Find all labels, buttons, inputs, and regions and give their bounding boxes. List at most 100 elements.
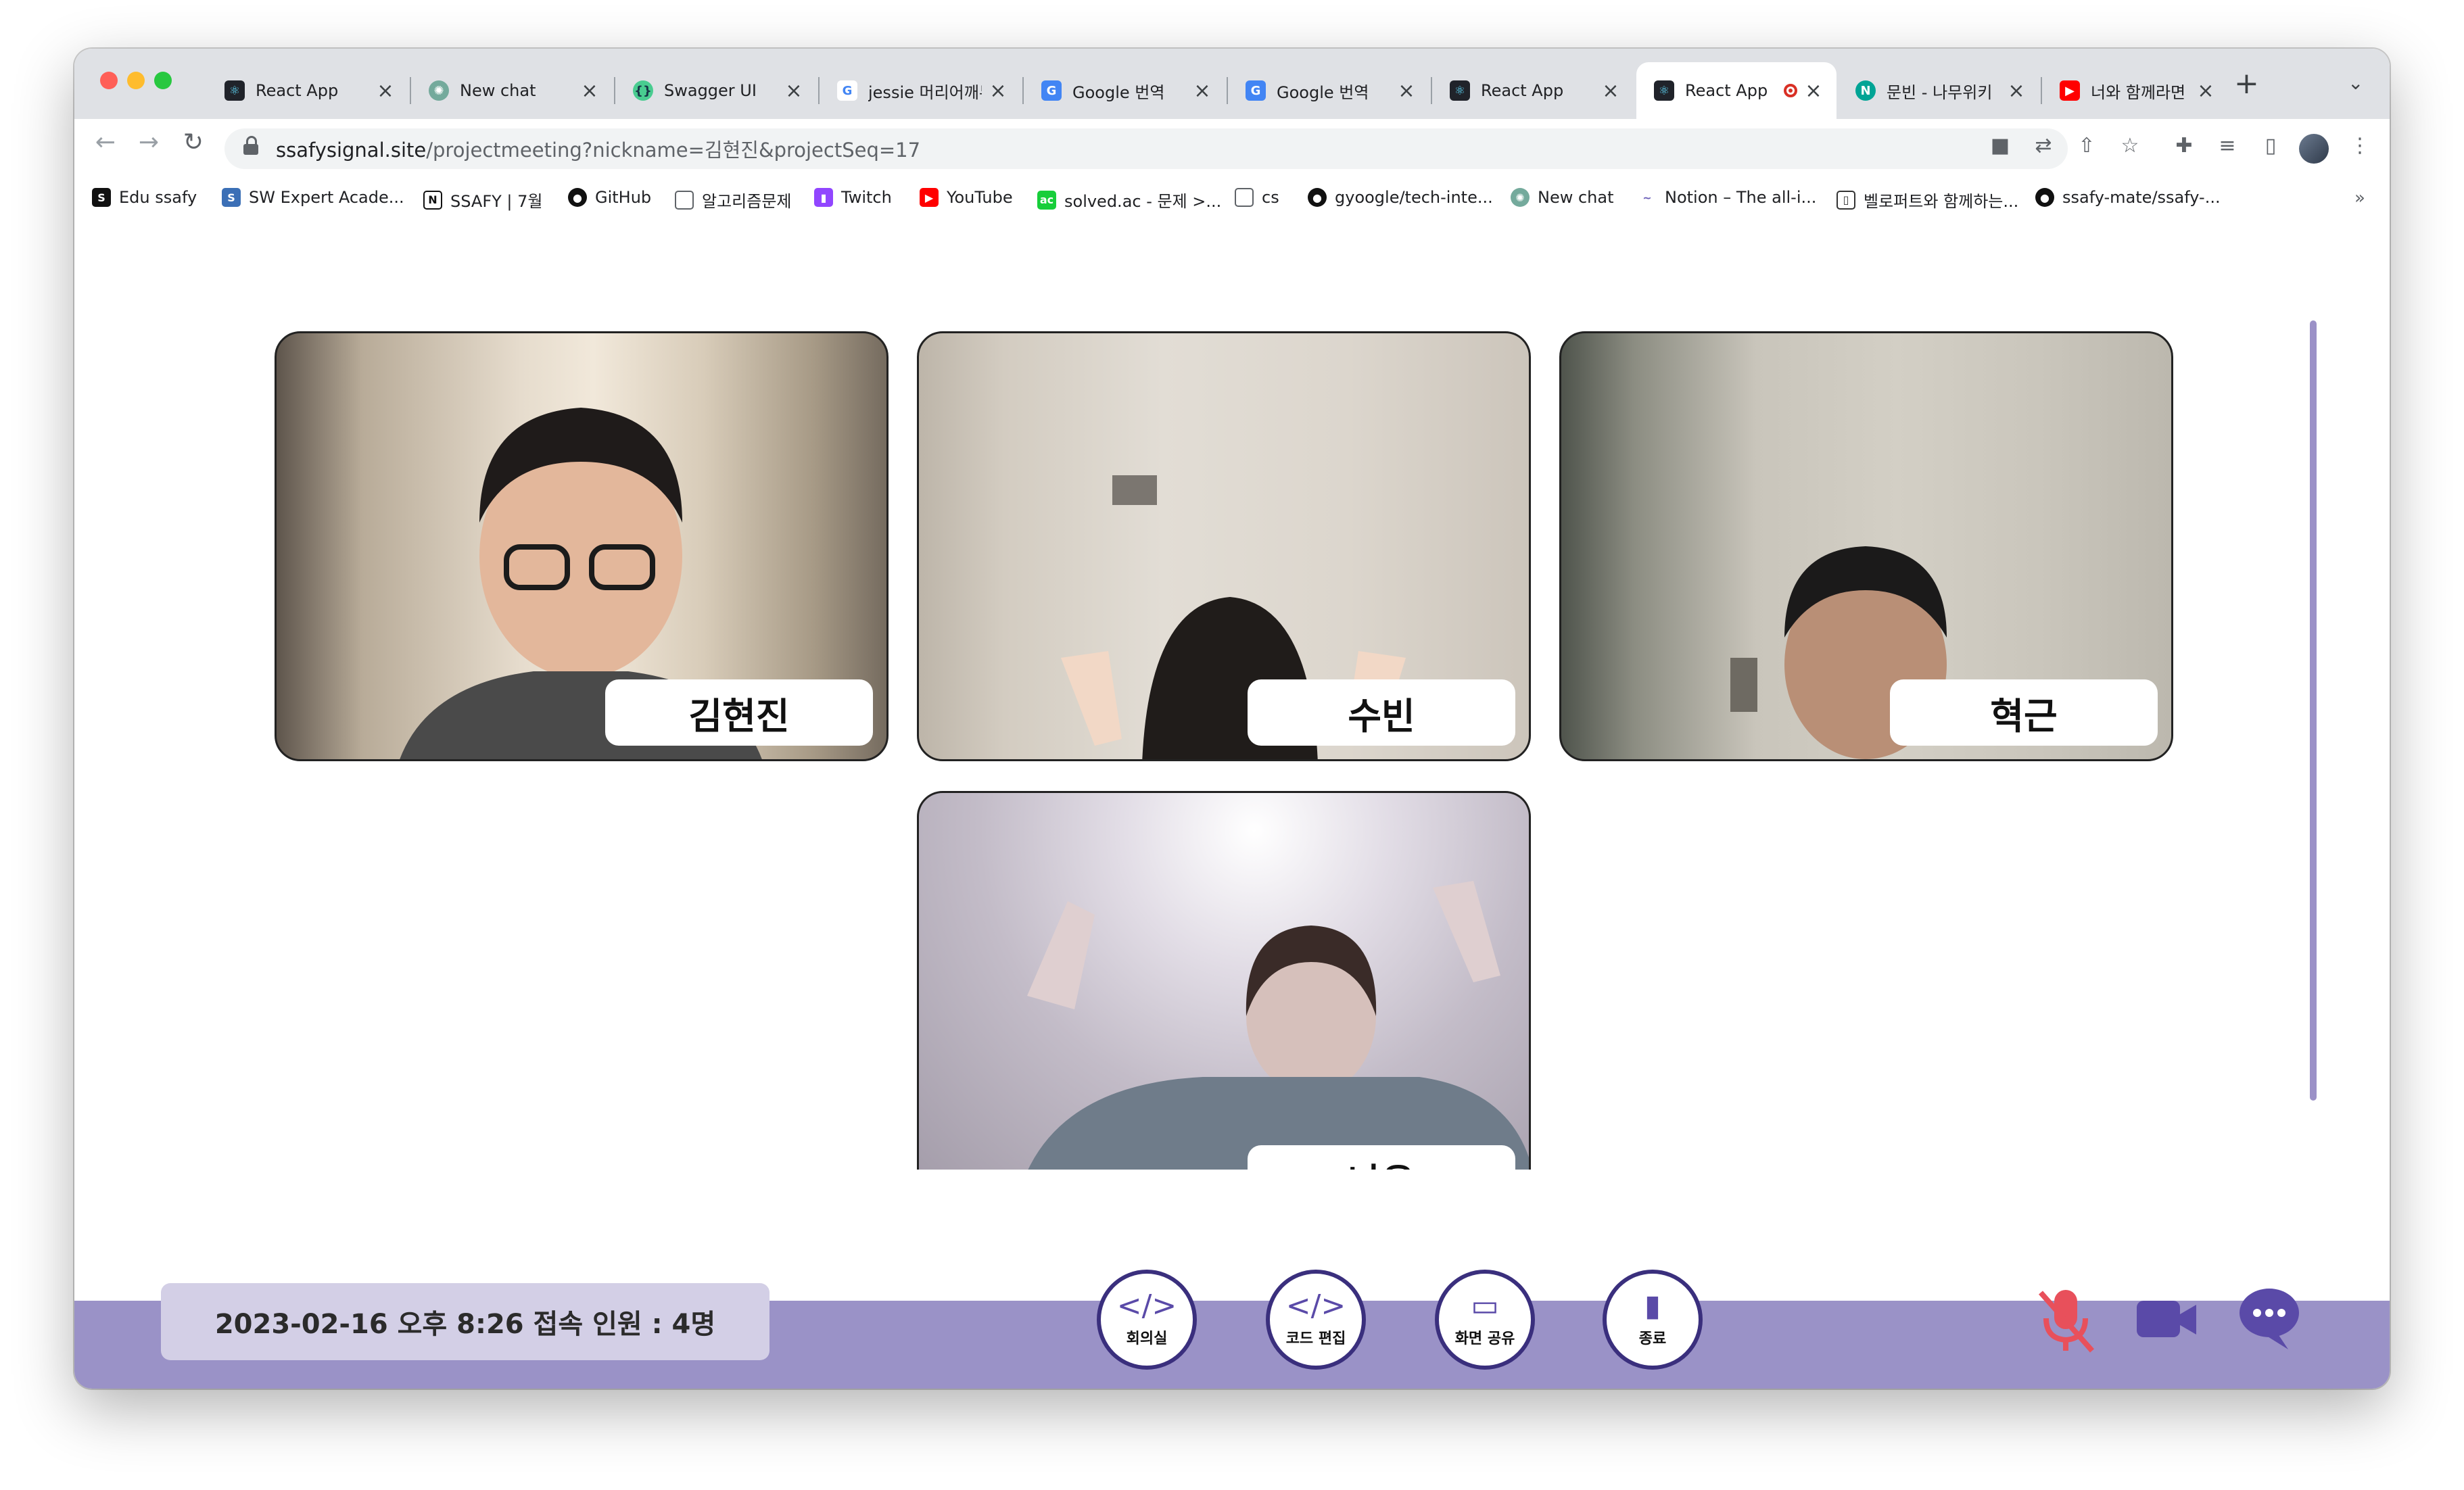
camera-in-use-icon[interactable]: ■ xyxy=(1985,134,2015,158)
bookmark-item[interactable]: ▶ YouTube xyxy=(920,188,1013,207)
close-tab-icon[interactable]: × xyxy=(1397,79,1416,103)
video-tile[interactable]: 김현진 xyxy=(275,331,889,761)
share-icon[interactable]: ⇧ xyxy=(2072,134,2102,158)
browser-tab[interactable]: G Google 번역 × xyxy=(1024,62,1225,119)
browser-tab[interactable]: G Google 번역 × xyxy=(1228,62,1429,119)
chatgpt-icon: ✺ xyxy=(429,80,449,101)
close-window-button[interactable] xyxy=(100,72,118,89)
participant-name: 수빈 xyxy=(1248,679,1515,746)
bookmark-item[interactable]: S Edu ssafy xyxy=(92,188,197,207)
bookmark-label: GitHub xyxy=(595,188,652,207)
video-tile[interactable]: 혁근 xyxy=(1559,331,2173,761)
bookmark-label: gyoogle/tech-inte... xyxy=(1335,188,1493,207)
swea-icon: S xyxy=(222,188,241,207)
control-label: 코드 편집 xyxy=(1285,1330,1346,1347)
close-tab-icon[interactable]: × xyxy=(2007,79,2026,103)
bookmark-star-icon[interactable]: ☆ xyxy=(2115,134,2145,158)
browser-toolbar: ← → ↻ ssafysignal.site/projectmeeting?ni… xyxy=(74,119,2390,178)
chat-icon[interactable] xyxy=(2237,1286,2302,1351)
close-tab-icon[interactable]: × xyxy=(1804,79,1823,103)
youtube-icon: ▶ xyxy=(920,188,939,207)
code-edit-button[interactable]: </> 코드 편집 xyxy=(1266,1270,1366,1370)
browser-tab[interactable]: ✺ New chat × xyxy=(411,62,613,119)
bookmark-label: YouTube xyxy=(947,188,1013,207)
participant-name: 혁근 xyxy=(1890,679,2158,746)
maximize-window-button[interactable] xyxy=(154,72,172,89)
lock-icon[interactable] xyxy=(243,136,258,156)
tab-title: 너와 함께라면 - xyxy=(2091,82,2189,102)
bookmark-item[interactable]: ▮ Twitch xyxy=(814,188,892,207)
url-host: ssafysignal.site xyxy=(276,139,427,162)
meeting-room-icon: </> xyxy=(1116,1289,1177,1323)
forward-arrow-icon[interactable]: → xyxy=(128,128,169,156)
url-text: ssafysignal.site/projectmeeting?nickname… xyxy=(276,135,920,163)
reload-icon[interactable]: ↻ xyxy=(173,128,214,156)
bookmark-label: Notion – The all-i... xyxy=(1665,188,1817,207)
bookmark-label: Edu ssafy xyxy=(119,188,197,207)
bookmark-item[interactable]: ✺ New chat xyxy=(1511,188,1614,207)
bookmarks-bar: S Edu ssafy S SW Expert Acade... N SSAFY… xyxy=(74,178,2390,222)
bookmark-label: Twitch xyxy=(841,188,892,207)
more-menu-icon[interactable]: ⋮ xyxy=(2345,134,2375,158)
bookmark-item[interactable]: S SW Expert Acade... xyxy=(222,188,404,207)
solvedac-icon: ac xyxy=(1037,190,1056,210)
screen-share-button[interactable]: ▭ 화면 공유 xyxy=(1435,1270,1535,1370)
bookmark-item[interactable]: 알고리즘문제 xyxy=(675,188,791,212)
close-tab-icon[interactable]: × xyxy=(376,79,395,103)
bookmark-item[interactable]: ac solved.ac - 문제 >... xyxy=(1037,188,1221,212)
browser-tab[interactable]: ⚛ React App × xyxy=(1432,62,1634,119)
browser-tab[interactable]: ▶ 너와 함께라면 - × xyxy=(2042,62,2229,119)
bookmark-item[interactable]: ● gyoogle/tech-inte... xyxy=(1308,188,1493,207)
scrollbar[interactable] xyxy=(2310,320,2317,1101)
profile-avatar[interactable] xyxy=(2299,134,2329,164)
close-tab-icon[interactable]: × xyxy=(1193,79,1212,103)
new-tab-button[interactable]: + xyxy=(2234,66,2259,101)
side-panel-icon[interactable]: ▯ xyxy=(2256,134,2285,158)
twitch-icon: ▮ xyxy=(814,188,833,207)
github-icon: ● xyxy=(568,188,587,207)
bookmark-label: solved.ac - 문제 >... xyxy=(1064,192,1222,211)
browser-tab[interactable]: {} Swagger UI × xyxy=(615,62,817,119)
close-tab-icon[interactable]: × xyxy=(1601,79,1620,103)
more-bookmarks-icon[interactable]: » xyxy=(2354,188,2365,208)
participant-video xyxy=(1027,881,1529,1170)
media-control-icon[interactable]: ≡ xyxy=(2212,134,2242,158)
close-tab-icon[interactable]: × xyxy=(989,79,1008,103)
close-tab-icon[interactable]: × xyxy=(580,79,599,103)
bookmark-item[interactable]: ~ Notion – The all-i... xyxy=(1638,188,1816,207)
chatgpt-icon: ✺ xyxy=(1511,188,1530,207)
camera-icon[interactable] xyxy=(2134,1293,2199,1347)
mic-muted-icon[interactable] xyxy=(2034,1286,2099,1356)
minimize-window-button[interactable] xyxy=(127,72,145,89)
browser-window: ⚛ React App × ✺ New chat × {} Swagger UI… xyxy=(74,49,2390,1389)
browser-tab-active[interactable]: ⚛ React App × xyxy=(1636,62,1837,119)
meeting-room-button[interactable]: </> 회의실 xyxy=(1097,1270,1197,1370)
bookmark-item[interactable]: ▯ 벨로퍼트와 함께하는... xyxy=(1837,188,2018,212)
extensions-puzzle-icon[interactable]: ✚ xyxy=(2169,134,2199,158)
browser-tab[interactable]: G jessie 머리어깨무릎 × xyxy=(820,62,1021,119)
recording-indicator-icon xyxy=(1784,84,1797,97)
swagger-icon: {} xyxy=(633,80,653,101)
edu-ssafy-icon: S xyxy=(92,188,111,207)
exit-button[interactable]: ▮ 종료 xyxy=(1603,1270,1703,1370)
book-icon: ▯ xyxy=(1837,190,1855,210)
browser-tab[interactable]: N 문빈 - 나무위키 × xyxy=(1838,62,2039,119)
video-tile[interactable]: 수빈 xyxy=(917,331,1531,761)
bookmark-item[interactable]: cs xyxy=(1235,188,1279,207)
bookmark-label: SW Expert Acade... xyxy=(249,188,404,207)
close-tab-icon[interactable]: × xyxy=(784,79,803,103)
bookmark-item[interactable]: N SSAFY | 7월 xyxy=(423,188,543,212)
translate-icon[interactable]: ⇄ xyxy=(2029,134,2058,158)
youtube-icon: ▶ xyxy=(2060,80,2080,101)
back-arrow-icon[interactable]: ← xyxy=(85,128,126,156)
tab-search-chevron-icon[interactable]: ⌄ xyxy=(2348,72,2363,94)
folder-icon xyxy=(1235,188,1254,207)
notion-icon: ~ xyxy=(1638,188,1657,207)
browser-tab[interactable]: ⚛ React App × xyxy=(207,62,408,119)
address-bar[interactable]: ssafysignal.site/projectmeeting?nickname… xyxy=(224,128,2068,169)
tab-title: Google 번역 xyxy=(1277,82,1369,102)
bookmark-item[interactable]: ● GitHub xyxy=(568,188,651,207)
bookmark-item[interactable]: ● ssafy-mate/ssafy-... xyxy=(2035,188,2221,207)
close-tab-icon[interactable]: × xyxy=(2196,79,2215,103)
video-tile[interactable]: 나은 xyxy=(917,791,1531,1170)
